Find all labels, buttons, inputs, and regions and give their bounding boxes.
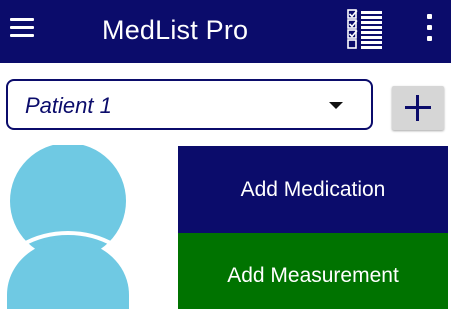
checklist-button[interactable] xyxy=(346,8,384,50)
patient-dropdown-value: Patient 1 xyxy=(25,93,112,118)
app-title: MedList Pro xyxy=(102,15,249,45)
more-options-button[interactable] xyxy=(420,12,440,44)
menu-button[interactable] xyxy=(8,14,36,42)
patient-avatar xyxy=(0,145,178,309)
patient-dropdown[interactable]: Patient 1 xyxy=(6,79,373,130)
add-measurement-button[interactable]: Add Measurement xyxy=(178,233,448,309)
add-medication-button[interactable]: Add Medication xyxy=(178,146,448,233)
app-bar: MedList Pro xyxy=(0,0,451,63)
checklist-icon xyxy=(347,9,382,49)
person-avatar-icon xyxy=(7,145,129,309)
add-patient-button[interactable] xyxy=(392,86,444,130)
dropdown-caret-icon xyxy=(329,102,343,109)
